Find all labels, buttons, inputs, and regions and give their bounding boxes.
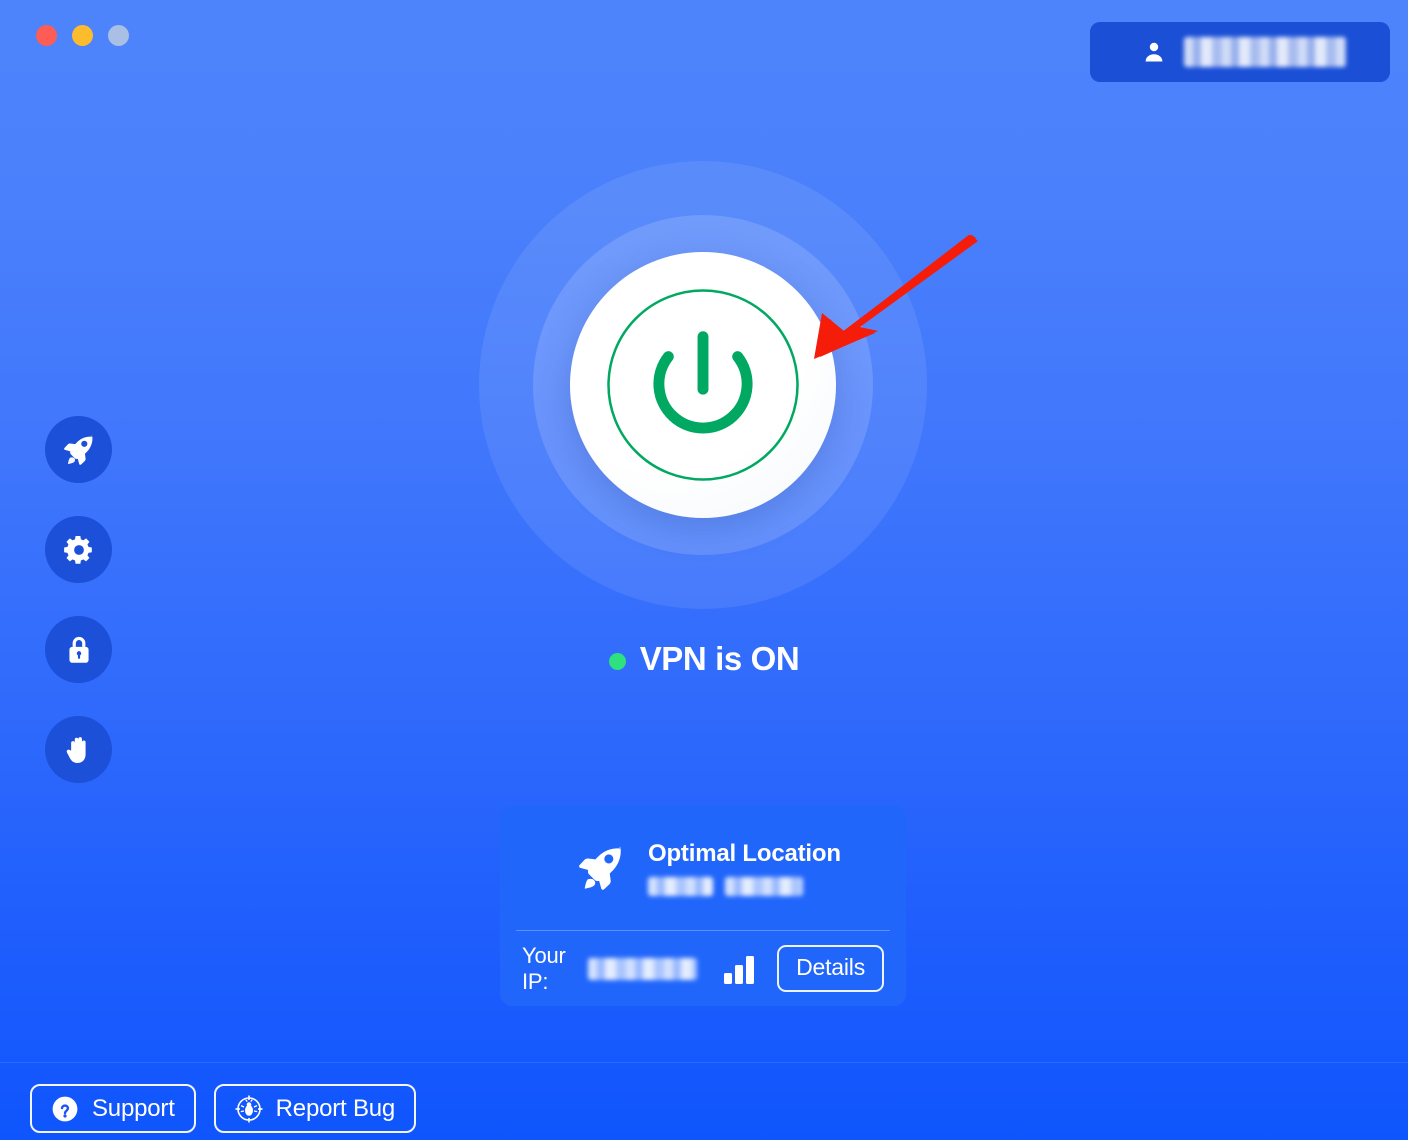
- power-button-area: [473, 155, 933, 615]
- signal-bars-icon: [723, 953, 757, 985]
- ip-value-redacted: [588, 957, 698, 980]
- window-controls: [36, 25, 129, 46]
- report-bug-label: Report Bug: [275, 1094, 396, 1122]
- power-icon: [607, 289, 799, 481]
- account-button[interactable]: [1090, 22, 1390, 82]
- sidebar: [45, 416, 112, 783]
- vpn-status: VPN is ON: [0, 640, 1408, 678]
- location-title: Optimal Location: [648, 840, 841, 867]
- sidebar-item-locations[interactable]: [45, 416, 112, 483]
- question-circle-icon: [52, 1096, 78, 1121]
- titlebar: [0, 0, 1408, 82]
- minimize-button[interactable]: [72, 25, 93, 46]
- person-icon: [1145, 42, 1163, 62]
- ip-label: Your IP:: [522, 942, 566, 994]
- support-button[interactable]: Support: [30, 1084, 196, 1133]
- footer: Support Report Bug: [30, 1084, 417, 1133]
- footer-separator: [0, 1062, 1408, 1063]
- power-button[interactable]: [570, 252, 836, 518]
- bug-target-icon: [235, 1095, 263, 1122]
- close-button[interactable]: [36, 25, 57, 46]
- sidebar-item-settings[interactable]: [45, 516, 112, 583]
- sidebar-item-block[interactable]: [45, 716, 112, 783]
- location-subtitle-redacted: [648, 877, 841, 896]
- rocket-icon: [63, 435, 92, 465]
- status-indicator-dot: [608, 652, 626, 670]
- support-label: Support: [92, 1094, 175, 1122]
- report-bug-button[interactable]: Report Bug: [213, 1084, 417, 1133]
- vpn-app-window: VPN is ON Optimal Location Your IP: Deta…: [0, 0, 1408, 1140]
- status-text: VPN is ON: [639, 640, 800, 677]
- hand-icon: [66, 736, 86, 763]
- location-card-bottom: Your IP: Details: [522, 931, 884, 1006]
- location-card[interactable]: Optimal Location Your IP: Details: [500, 806, 906, 1006]
- location-card-text: Optimal Location: [648, 840, 841, 896]
- maximize-button[interactable]: [108, 25, 129, 46]
- rocket-icon: [576, 843, 626, 893]
- account-name-redacted: [1184, 37, 1346, 67]
- details-button[interactable]: Details: [777, 945, 884, 992]
- gear-icon: [63, 535, 92, 564]
- location-card-top: Optimal Location: [522, 806, 884, 930]
